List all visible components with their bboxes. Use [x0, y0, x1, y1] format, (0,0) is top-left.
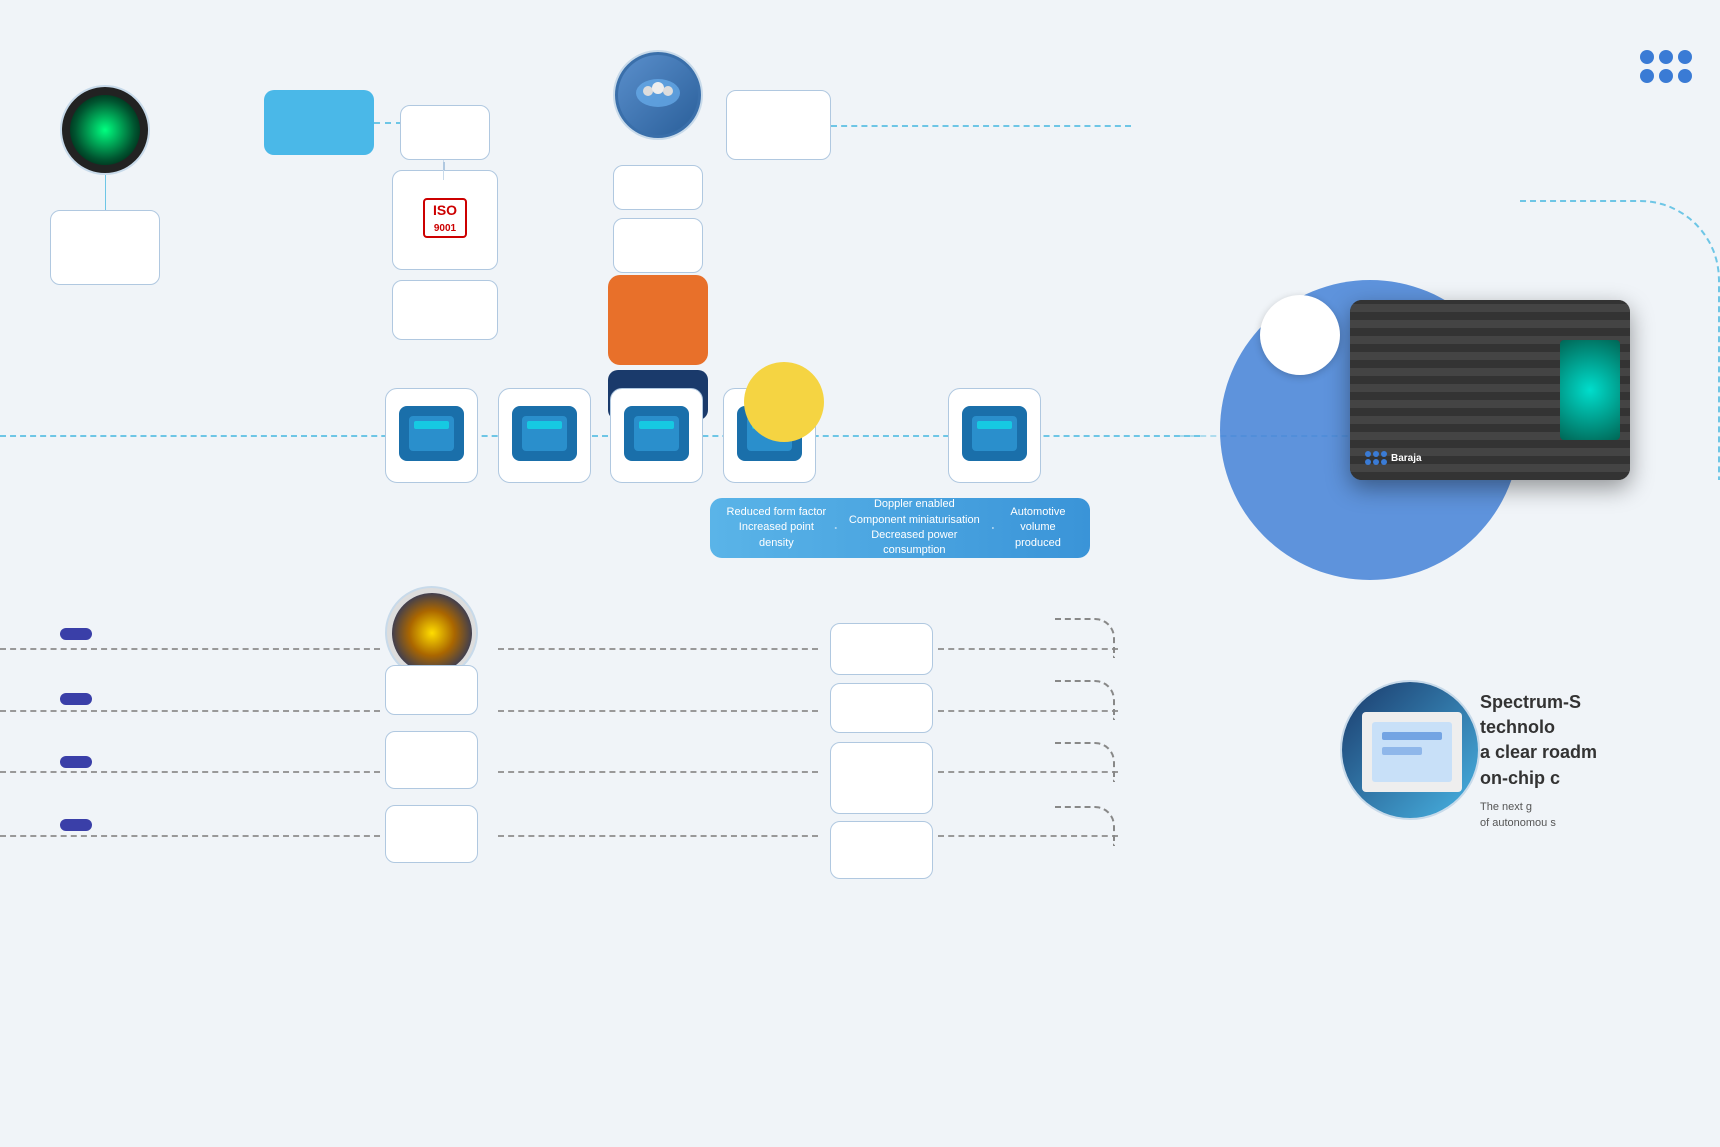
info-box-main: Reduced form factorIncreased point densi… [710, 498, 1090, 558]
pivoted-card [264, 90, 374, 155]
info-doppler: Doppler enabledComponent miniaturisation… [839, 497, 990, 559]
timeline-bottom-2 [498, 648, 818, 650]
conn-series-a-iso [443, 162, 445, 170]
series-b-card [613, 165, 703, 210]
info-automotive: Automotivevolume produced [996, 505, 1080, 551]
conn-perpoint-right [831, 125, 1131, 127]
spectrum-card [498, 388, 591, 483]
spectrum-hd-right-card [948, 388, 1041, 483]
timeline-bottom-ranging-2 [498, 710, 818, 712]
iso-card: ISO9001 [392, 170, 498, 270]
white-circle [1260, 295, 1340, 375]
logo-dots [1640, 50, 1692, 83]
info-reduced: Reduced form factorIncreased point densi… [720, 505, 833, 551]
timeline-receive-1 [0, 835, 380, 837]
seed-funding-card [50, 210, 160, 285]
sidebar-label-transmit [60, 756, 92, 768]
conn-h-pivoted [374, 122, 402, 124]
arc-2 [1055, 680, 1115, 720]
timeline-bottom-ranging-1 [0, 710, 380, 712]
spectrum-offroad-card [610, 388, 703, 483]
first-pointcloud-card [60, 85, 150, 175]
rmcw-right-card [830, 683, 933, 733]
timeline-curve-right [1520, 200, 1720, 480]
timeline-bottom-1 [0, 648, 380, 650]
validated-perpoint-card [726, 90, 831, 160]
arc-4 [1055, 806, 1115, 846]
arc-3 [1055, 742, 1115, 782]
rmcw-left-card [385, 665, 478, 715]
people-circle [613, 50, 703, 140]
timeline-transmit-1 [0, 771, 380, 773]
spectrum-scan-subtitle: The next gof autonomou s [1480, 799, 1700, 832]
spectrum-flex-card [385, 388, 478, 483]
spectrum-scan-title: Spectrum-Stechnoloa clear roadmon-chip c [1480, 690, 1700, 791]
series-a-card [400, 105, 490, 160]
validated-homodyne-card [613, 218, 703, 273]
wafer-scale-card [830, 623, 933, 675]
spectrum-scan-text-area: Spectrum-Stechnoloa clear roadmon-chip c… [1480, 690, 1700, 832]
sidebar-label-ranging [60, 693, 92, 705]
wavelength-left-card [385, 731, 478, 789]
spectrum-scan-right-image [1340, 680, 1480, 820]
timeline-transmit-2 [498, 771, 818, 773]
hitachi-card [608, 275, 708, 365]
homodyne-right-card [830, 821, 933, 879]
connector-v1 [105, 175, 106, 210]
sidebar-label-steering [60, 628, 92, 640]
direct-detect-card [385, 805, 478, 863]
timeline-receive-2 [498, 835, 818, 837]
sidebar-label-receive [60, 819, 92, 831]
logo-area [1640, 50, 1700, 83]
validated-direct-card [392, 280, 498, 340]
arc-1 [1055, 618, 1115, 658]
iso-logo: ISO9001 [423, 198, 467, 238]
yellow-bubble [744, 362, 824, 442]
wavelength-right-card [830, 742, 933, 814]
